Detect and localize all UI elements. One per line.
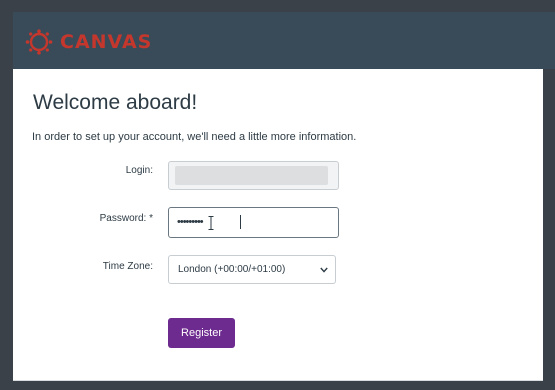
timezone-label: Time Zone:	[102, 261, 153, 272]
page-title: Welcome aboard!	[33, 91, 198, 114]
ibeam-cursor-icon	[208, 216, 214, 230]
registration-panel: Welcome aboard! In order to set up your …	[13, 69, 543, 381]
intro-text: In order to set up your account, we'll n…	[32, 131, 357, 143]
top-header: CANVAS	[13, 12, 555, 69]
canvas-logo[interactable]: CANVAS	[24, 29, 152, 55]
password-masked-value: •••••••••	[177, 216, 204, 228]
canvas-logo-icon	[25, 29, 53, 55]
timezone-select[interactable]: London (+00:00/+01:00)	[168, 255, 336, 284]
login-value-redacted	[175, 166, 328, 185]
password-field[interactable]: •••••••••	[168, 207, 339, 238]
timezone-selected-value: London (+00:00/+01:00)	[178, 264, 286, 275]
login-field[interactable]	[168, 161, 339, 190]
brand-name: CANVAS	[60, 31, 153, 53]
register-button[interactable]: Register	[168, 318, 235, 348]
panel-bottom-divider	[13, 380, 543, 381]
login-label: Login:	[125, 165, 153, 176]
text-caret	[240, 215, 241, 229]
chevron-down-icon	[320, 267, 328, 273]
password-label: Password: *	[99, 213, 153, 224]
